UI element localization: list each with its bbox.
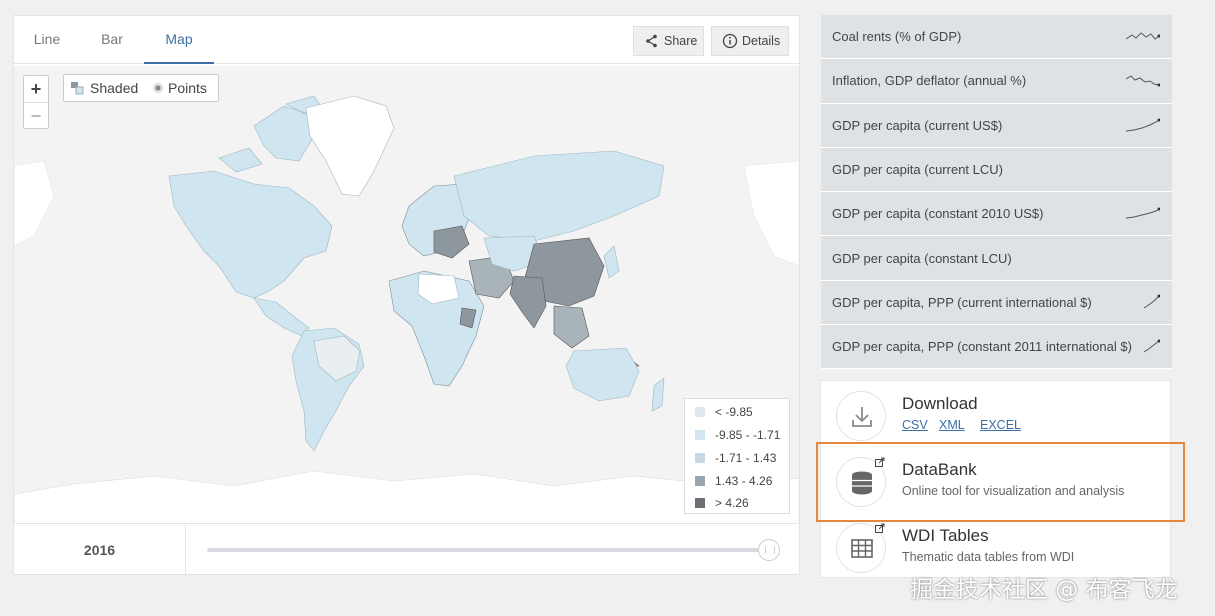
region-australia bbox=[565, 347, 640, 402]
region-central-america bbox=[253, 297, 310, 337]
indicator-label: GDP per capita, PPP (current internation… bbox=[832, 294, 1092, 310]
share-label: Share bbox=[664, 34, 698, 48]
indicator-item[interactable]: GDP per capita (current US$) bbox=[821, 103, 1172, 148]
legend-item: -9.85 - -1.71 bbox=[693, 424, 780, 446]
legend-label: -1.71 - 1.43 bbox=[715, 451, 777, 465]
legend-label: < -9.85 bbox=[715, 405, 753, 419]
wdi-tables-title: WDI Tables bbox=[902, 526, 989, 545]
sparkline-icon bbox=[1126, 75, 1160, 87]
selected-year: 2016 bbox=[14, 524, 186, 576]
world-map[interactable]: + − Shaded Points < -9.85 -9.85 - -1.71 … bbox=[14, 66, 799, 522]
world-map-graphic bbox=[14, 95, 799, 522]
tab-bar[interactable]: Bar bbox=[80, 16, 144, 64]
details-button[interactable]: Details bbox=[711, 26, 789, 56]
indicator-label: GDP per capita (current US$) bbox=[832, 117, 1003, 133]
indicator-label: GDP per capita (constant LCU) bbox=[832, 250, 1012, 266]
wdi-tables-subtitle: Thematic data tables from WDI bbox=[902, 550, 1075, 564]
download-csv-link[interactable]: CSV bbox=[902, 418, 928, 432]
download-title: Download bbox=[902, 394, 978, 413]
legend-swatch bbox=[695, 430, 705, 440]
zoom-in-button[interactable]: + bbox=[24, 76, 48, 102]
tab-map[interactable]: Map bbox=[144, 16, 214, 64]
shaded-option[interactable]: Shaded bbox=[70, 75, 138, 101]
download-xml-link[interactable]: XML bbox=[939, 418, 965, 432]
download-section: Download CSV XML EXCEL bbox=[821, 381, 1170, 447]
shaded-label: Shaded bbox=[90, 80, 139, 96]
chart-panel: Line Bar Map Share Details + − Shaded Po… bbox=[13, 15, 800, 576]
region-japan bbox=[603, 245, 620, 279]
legend-swatch bbox=[695, 453, 705, 463]
region-india bbox=[509, 275, 547, 329]
legend-item: > 4.26 bbox=[693, 492, 749, 514]
indicator-item[interactable]: GDP per capita (current LCU) bbox=[821, 147, 1172, 193]
sparkline-icon bbox=[1143, 294, 1160, 309]
details-label: Details bbox=[742, 34, 781, 48]
indicator-label: Coal rents (% of GDP) bbox=[832, 29, 962, 45]
zoom-control: + − bbox=[23, 75, 49, 129]
share-button[interactable]: Share bbox=[633, 26, 704, 56]
zoom-out-button[interactable]: − bbox=[24, 102, 48, 128]
timeline-track[interactable] bbox=[207, 548, 774, 552]
region-greenland bbox=[305, 95, 395, 197]
share-icon bbox=[646, 34, 657, 48]
watermark: 掘金技术社区 @ 布客飞龙 bbox=[910, 577, 1178, 603]
indicator-item[interactable]: GDP per capita (constant LCU) bbox=[821, 236, 1172, 281]
legend-swatch bbox=[695, 476, 705, 486]
region-eastern-europe bbox=[433, 225, 470, 259]
legend-swatch bbox=[695, 407, 705, 417]
indicator-item[interactable]: GDP per capita, PPP (constant 2011 inter… bbox=[821, 325, 1172, 370]
timeline-slider-handle[interactable] bbox=[758, 539, 780, 561]
indicator-label: GDP per capita, PPP (constant 2011 inter… bbox=[832, 338, 1132, 354]
points-icon bbox=[153, 83, 163, 93]
year-timeline: 2016 bbox=[14, 523, 799, 576]
sparkline-icon bbox=[1126, 207, 1160, 219]
highlight-box bbox=[816, 442, 1185, 522]
indicator-label: Inflation, GDP deflator (annual %) bbox=[832, 73, 1027, 89]
tab-line[interactable]: Line bbox=[14, 16, 80, 64]
sparkline-icon bbox=[1126, 118, 1160, 132]
region-russia bbox=[453, 150, 665, 242]
indicator-item[interactable]: Inflation, GDP deflator (annual %) bbox=[821, 59, 1172, 104]
points-label: Points bbox=[168, 80, 207, 96]
sparkline-icon bbox=[1126, 32, 1160, 40]
download-icon bbox=[836, 391, 886, 441]
view-tabs: Line Bar Map Share Details bbox=[14, 16, 799, 64]
external-link-icon bbox=[875, 523, 885, 533]
indicator-item[interactable]: GDP per capita (constant 2010 US$) bbox=[821, 192, 1172, 237]
download-excel-link[interactable]: EXCEL bbox=[980, 418, 1021, 432]
info-icon bbox=[722, 33, 738, 49]
legend-label: > 4.26 bbox=[715, 496, 749, 510]
shaded-icon bbox=[71, 82, 84, 95]
map-mode-toggle: Shaded Points bbox=[63, 74, 219, 102]
map-legend: < -9.85 -9.85 - -1.71 -1.71 - 1.43 1.43 … bbox=[684, 398, 790, 514]
legend-item: 1.43 - 4.26 bbox=[693, 470, 772, 492]
related-indicators-list: Coal rents (% of GDP) Inflation, GDP def… bbox=[821, 15, 1172, 370]
legend-item: < -9.85 bbox=[693, 401, 753, 423]
indicator-item[interactable]: GDP per capita, PPP (current internation… bbox=[821, 280, 1172, 326]
indicator-label: GDP per capita (constant 2010 US$) bbox=[832, 206, 1044, 222]
legend-label: -9.85 - -1.71 bbox=[715, 428, 781, 442]
points-option[interactable]: Points bbox=[152, 75, 207, 101]
region-new-zealand bbox=[651, 377, 665, 412]
sparkline-icon bbox=[1143, 339, 1160, 353]
legend-item: -1.71 - 1.43 bbox=[693, 447, 776, 469]
indicator-item[interactable]: Coal rents (% of GDP) bbox=[821, 15, 1172, 60]
region-antarctica bbox=[14, 470, 799, 522]
region-north-america bbox=[168, 170, 333, 299]
legend-label: 1.43 - 4.26 bbox=[715, 474, 773, 488]
indicator-label: GDP per capita (current LCU) bbox=[832, 162, 1003, 178]
legend-swatch bbox=[695, 498, 705, 508]
